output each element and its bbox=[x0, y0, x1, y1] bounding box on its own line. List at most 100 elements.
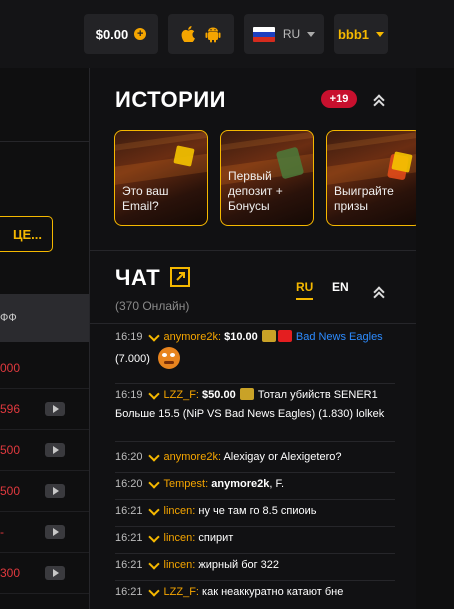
divider bbox=[0, 141, 89, 142]
video-play-icon[interactable] bbox=[45, 402, 65, 416]
divider bbox=[90, 250, 416, 251]
story-card[interactable]: Выиграйте призы bbox=[326, 130, 422, 226]
tab-ru[interactable]: RU bbox=[296, 280, 314, 300]
video-play-icon[interactable] bbox=[45, 525, 65, 539]
left-cta-button[interactable]: ЦЕ... bbox=[0, 216, 53, 252]
chevron-down-icon[interactable] bbox=[147, 450, 160, 462]
message-nick[interactable]: anymore2k: bbox=[164, 331, 221, 343]
message-text: как неаккуратно катают бне bbox=[202, 586, 344, 598]
chevron-down-icon[interactable] bbox=[147, 388, 160, 400]
open-external-icon[interactable] bbox=[170, 267, 190, 287]
online-count: (370 Онлайн) bbox=[115, 299, 190, 313]
story-label: Это ваш Email? bbox=[122, 184, 169, 213]
balance-button[interactable]: $0.00 + bbox=[84, 14, 158, 54]
chat-message: 16:21 LZZ_F: как неаккуратно катают бне bbox=[115, 581, 395, 608]
story-label: Выиграйте призы bbox=[334, 184, 394, 213]
apple-icon[interactable] bbox=[181, 26, 195, 42]
message-time: 16:19 bbox=[115, 331, 143, 343]
chat-message: 16:20 Tempest: anymore2k, F. bbox=[115, 473, 395, 500]
message-time: 16:19 bbox=[115, 389, 143, 401]
chevron-down-icon[interactable] bbox=[147, 330, 160, 342]
row-value: 596 bbox=[0, 402, 21, 416]
chevron-down-icon[interactable] bbox=[147, 477, 160, 489]
table-header: ФФ bbox=[0, 294, 89, 342]
row-value: 500 bbox=[0, 484, 21, 498]
divider bbox=[90, 323, 416, 324]
story-decoration bbox=[391, 151, 413, 173]
chevron-down-icon bbox=[376, 31, 385, 37]
stories-title: ИСТОРИИ bbox=[115, 87, 226, 112]
video-play-icon[interactable] bbox=[45, 443, 65, 457]
team-link[interactable]: Bad News Eagles bbox=[296, 331, 383, 343]
mobile-apps-button[interactable] bbox=[168, 14, 234, 54]
chat-message: 16:19 LZZ_F: $50.00 Тотал убийств SENER1 … bbox=[115, 386, 395, 442]
message-text: спирит bbox=[198, 532, 234, 544]
chevron-down-icon[interactable] bbox=[147, 531, 160, 543]
row-value: 000 bbox=[0, 361, 21, 375]
story-card[interactable]: Это ваш Email? bbox=[114, 130, 208, 226]
message-time: 16:21 bbox=[115, 505, 143, 517]
tab-en[interactable]: EN bbox=[332, 280, 349, 294]
go-icon bbox=[239, 388, 254, 400]
story-decoration bbox=[327, 131, 421, 154]
right-panel: ИСТОРИИ +19 Это ваш Email? Первый депози… bbox=[90, 68, 422, 609]
message-time: 16:20 bbox=[115, 478, 143, 490]
message-time: 16:20 bbox=[115, 451, 143, 463]
balance-amount: $0.00 bbox=[95, 26, 129, 42]
page-scroll-area[interactable] bbox=[416, 68, 454, 609]
story-decoration bbox=[173, 145, 195, 167]
message-nick[interactable]: Tempest: bbox=[164, 478, 209, 490]
language-select[interactable]: RU bbox=[244, 14, 324, 54]
chat-message: 16:21 lincen: ну че там го 8.5 спиоиь bbox=[115, 500, 395, 527]
message-nick[interactable]: lincen: bbox=[164, 532, 196, 544]
message-text: ну че там го 8.5 спиоиь bbox=[198, 505, 317, 517]
bet-amount: $10.00 bbox=[224, 331, 258, 343]
message-time: 16:21 bbox=[115, 586, 143, 598]
message-nick[interactable]: LZZ_F: bbox=[164, 586, 199, 598]
chat-title: ЧАТ bbox=[115, 265, 161, 290]
plus-circle-icon[interactable]: + bbox=[134, 28, 147, 40]
video-play-icon[interactable] bbox=[45, 566, 65, 580]
collapse-stories-icon[interactable] bbox=[371, 92, 387, 108]
message-nick[interactable]: LZZ_F: bbox=[164, 389, 199, 401]
message-text: Alexigay or Alexigetero? bbox=[223, 451, 342, 463]
top-bar: $0.00 + RU bbb1 bbox=[0, 0, 454, 68]
message-nick[interactable]: anymore2k: bbox=[164, 451, 221, 463]
table-row[interactable]: - bbox=[0, 512, 89, 553]
table-row[interactable]: 500 bbox=[0, 471, 89, 512]
russia-flag-icon bbox=[252, 26, 275, 42]
language-label: RU bbox=[282, 27, 301, 41]
story-decoration bbox=[115, 148, 207, 188]
albania-flag-icon bbox=[277, 330, 292, 342]
story-decoration bbox=[221, 131, 313, 154]
user-menu-button[interactable]: bbb1 bbox=[334, 14, 388, 54]
row-value: 300 bbox=[0, 566, 21, 580]
table-row[interactable]: 300 bbox=[0, 553, 89, 594]
message-text: жирный бог 322 bbox=[198, 559, 280, 571]
collapse-chat-icon[interactable] bbox=[371, 284, 387, 300]
chat-message: 16:19 anymore2k: $10.00 Bad News Eagles (… bbox=[115, 328, 395, 384]
left-panel: ЦЕ... ФФ 000 596 500 500 - 300 bbox=[0, 68, 90, 609]
chevron-down-icon bbox=[307, 31, 316, 37]
message-mention: anymore2k bbox=[211, 478, 270, 490]
android-icon[interactable] bbox=[205, 26, 221, 43]
table-header-label: ФФ bbox=[0, 312, 17, 324]
message-nick[interactable]: lincen: bbox=[164, 559, 196, 571]
video-play-icon[interactable] bbox=[45, 484, 65, 498]
chevron-down-icon[interactable] bbox=[147, 504, 160, 516]
message-text: , F. bbox=[269, 478, 284, 490]
table-row[interactable]: 500 bbox=[0, 430, 89, 471]
stories-count-badge: +19 bbox=[321, 90, 357, 108]
table-row[interactable]: 596 bbox=[0, 389, 89, 430]
story-card[interactable]: Первый депозит + Бонусы bbox=[220, 130, 314, 226]
chevron-down-icon[interactable] bbox=[147, 558, 160, 570]
pepe-emoji-icon bbox=[157, 347, 180, 369]
bet-odds: (7.000) bbox=[115, 353, 150, 365]
message-time: 16:21 bbox=[115, 532, 143, 544]
message-nick[interactable]: lincen: bbox=[164, 505, 196, 517]
chevron-down-icon[interactable] bbox=[147, 585, 160, 597]
message-time: 16:21 bbox=[115, 559, 143, 571]
row-value: 500 bbox=[0, 443, 21, 457]
chat-message: 16:21 lincen: жирный бог 322 bbox=[115, 554, 395, 581]
table-row[interactable]: 000 bbox=[0, 348, 89, 389]
